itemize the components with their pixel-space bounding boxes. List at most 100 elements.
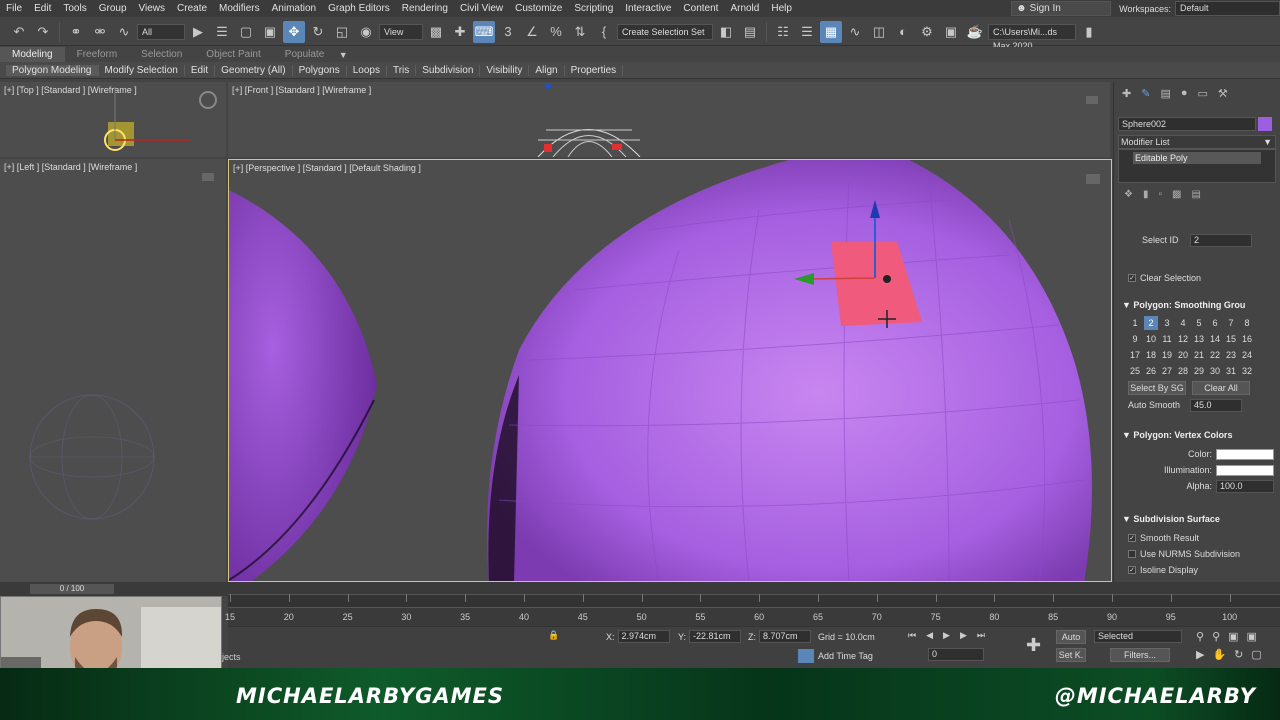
smoothing-group-8[interactable]: 8 [1240, 316, 1254, 330]
place-icon[interactable]: ◉ [355, 21, 377, 43]
smoothing-group-24[interactable]: 24 [1240, 348, 1254, 362]
smoothing-group-12[interactable]: 12 [1176, 332, 1190, 346]
move-icon[interactable]: ✥ [283, 20, 305, 43]
scene-explorer-icon[interactable]: ☷ [772, 21, 794, 43]
x-field[interactable]: 2.974cm [617, 630, 670, 643]
y-field[interactable]: -22.81cm [689, 630, 742, 643]
timeline[interactable]: 0 / 100 15 20 25 30 35 40 45 50 55 60 65 70 75 80 85 90… [0, 582, 1280, 627]
zoom-extents-icon[interactable]: ▣ [1228, 630, 1238, 643]
smoothing-group-6[interactable]: 6 [1208, 316, 1222, 330]
auto-smooth-button[interactable]: Auto Smooth [1128, 400, 1190, 410]
create-tab-icon[interactable]: ✚ [1122, 87, 1131, 100]
menu-group[interactable]: Group [93, 3, 133, 14]
smooth-result-checkbox[interactable]: ✓ [1128, 534, 1136, 542]
menu-content[interactable]: Content [677, 3, 724, 14]
maximize-viewport-icon[interactable]: ▢ [1251, 648, 1261, 661]
subdivision-title[interactable]: ▼ Subdivision Surface [1114, 512, 1274, 526]
ribbon-toggle-icon[interactable]: ▦ [820, 20, 842, 43]
viewport-top[interactable]: [+] [Top ] [Standard ] [Wireframe ] [0, 82, 226, 157]
named-selection-dropdown[interactable]: Create Selection Set [617, 23, 713, 40]
pin-stack-icon[interactable]: ❖ [1124, 189, 1133, 200]
edit-named-sets-icon[interactable]: { [593, 21, 615, 43]
remove-modifier-icon[interactable]: ▩ [1172, 189, 1181, 200]
snaps-toggle-icon[interactable]: 3 [497, 21, 519, 43]
smoothing-group-16[interactable]: 16 [1240, 332, 1254, 346]
menu-file[interactable]: File [0, 3, 28, 14]
vertex-colors-title[interactable]: ▼ Polygon: Vertex Colors [1114, 428, 1274, 442]
next-frame-icon[interactable]: ▶ [960, 630, 967, 641]
smoothing-group-23[interactable]: 23 [1224, 348, 1238, 362]
ribbon-align[interactable]: Align [529, 64, 565, 76]
smoothing-group-9[interactable]: 9 [1128, 332, 1142, 346]
zoom-icon[interactable]: ⚲ [1196, 630, 1204, 643]
smoothing-group-13[interactable]: 13 [1192, 332, 1206, 346]
undo-icon[interactable]: ↶ [8, 21, 30, 43]
select-object-icon[interactable]: ▶ [187, 21, 209, 43]
go-to-start-icon[interactable]: ⏮ [908, 630, 916, 641]
layer-explorer-icon[interactable]: ☰ [796, 21, 818, 43]
object-color-swatch[interactable] [1258, 117, 1272, 131]
z-field[interactable]: 8.707cm [759, 630, 811, 643]
filters-button[interactable]: Filters... [1110, 648, 1170, 662]
angle-snap-icon[interactable]: ∠ [521, 21, 543, 43]
go-to-end-icon[interactable]: ⏭ [977, 630, 985, 641]
smoothing-group-14[interactable]: 14 [1208, 332, 1222, 346]
render-frame-icon[interactable]: ▣ [940, 21, 962, 43]
field-of-view-icon[interactable]: ▶ [1196, 648, 1204, 661]
smoothing-group-18[interactable]: 18 [1144, 348, 1158, 362]
render-setup-icon[interactable]: ⚙ [916, 21, 938, 43]
smoothing-group-25[interactable]: 25 [1128, 364, 1142, 378]
ribbon-properties[interactable]: Properties [565, 64, 624, 76]
vertex-color-swatch[interactable] [1216, 448, 1274, 460]
key-filter-dropdown[interactable]: Selected [1094, 630, 1182, 643]
motion-tab-icon[interactable]: ● [1181, 87, 1188, 99]
smoothing-group-20[interactable]: 20 [1176, 348, 1190, 362]
make-unique-icon[interactable]: ▫ [1158, 189, 1162, 200]
stack-item-editable-poly[interactable]: Editable Poly [1133, 152, 1261, 164]
render-icon[interactable]: ☕ [964, 21, 986, 43]
rect-selection-icon[interactable]: ▢ [235, 21, 257, 43]
smoothing-group-31[interactable]: 31 [1224, 364, 1238, 378]
scale-icon[interactable]: ◱ [331, 21, 353, 43]
menu-help[interactable]: Help [765, 3, 798, 14]
alpha-field[interactable]: 100.0 [1216, 479, 1274, 493]
time-slider[interactable]: 0 / 100 [0, 582, 228, 596]
auto-smooth-field[interactable]: 45.0 [1190, 398, 1242, 412]
smoothing-group-4[interactable]: 4 [1176, 316, 1190, 330]
smoothing-group-29[interactable]: 29 [1192, 364, 1206, 378]
smoothing-group-7[interactable]: 7 [1224, 316, 1238, 330]
viewport-perspective[interactable]: [+] [Perspective ] [Standard ] [Default … [228, 159, 1112, 582]
keyboard-shortcut-icon[interactable]: ⌨ [473, 20, 495, 43]
menu-rendering[interactable]: Rendering [396, 3, 454, 14]
mirror-icon[interactable]: ◧ [715, 21, 737, 43]
smoothing-group-5[interactable]: 5 [1192, 316, 1206, 330]
ribbon-modify-selection[interactable]: Modify Selection [99, 64, 185, 76]
isoline-display-checkbox[interactable]: ✓ [1128, 566, 1136, 574]
menu-scripting[interactable]: Scripting [568, 3, 619, 14]
project-path-dropdown[interactable]: C:\Users\Mi...ds Max 2020 [988, 23, 1076, 51]
smoothing-group-22[interactable]: 22 [1208, 348, 1222, 362]
zoom-all-icon[interactable]: ⚲ [1212, 630, 1220, 643]
clear-selection-checkbox[interactable]: ✓ [1128, 274, 1136, 282]
ribbon-subdivision[interactable]: Subdivision [416, 64, 481, 76]
play-icon[interactable]: ▶ [943, 630, 950, 641]
unlink-icon[interactable]: ⚮ [89, 21, 111, 43]
window-crossing-icon[interactable]: ▣ [259, 21, 281, 43]
selection-lock-icon[interactable]: 🔒 [548, 630, 559, 641]
use-nurms-checkbox[interactable] [1128, 550, 1136, 558]
previous-frame-icon[interactable]: ◀ [926, 630, 933, 641]
link-icon[interactable]: ⚭ [65, 21, 87, 43]
viewport-perspective-label[interactable]: [+] [Perspective ] [Standard ] [Default … [233, 163, 421, 173]
redo-icon[interactable]: ↷ [32, 21, 54, 43]
illumination-swatch[interactable] [1216, 464, 1274, 476]
select-id-field[interactable]: 2 [1190, 233, 1252, 247]
ribbon-visibility[interactable]: Visibility [480, 64, 530, 76]
reference-coord-dropdown[interactable]: View [379, 23, 423, 40]
select-manipulate-icon[interactable]: ✚ [449, 21, 471, 43]
menu-tools[interactable]: Tools [57, 3, 92, 14]
tab-freeform[interactable]: Freeform [65, 49, 130, 60]
tab-selection[interactable]: Selection [129, 49, 194, 60]
viewport-front[interactable]: [+] [Front ] [Standard ] [Wireframe ] [228, 82, 1110, 157]
auto-key-button[interactable]: Auto [1056, 630, 1086, 644]
material-editor-icon[interactable]: ◐ [892, 21, 914, 43]
